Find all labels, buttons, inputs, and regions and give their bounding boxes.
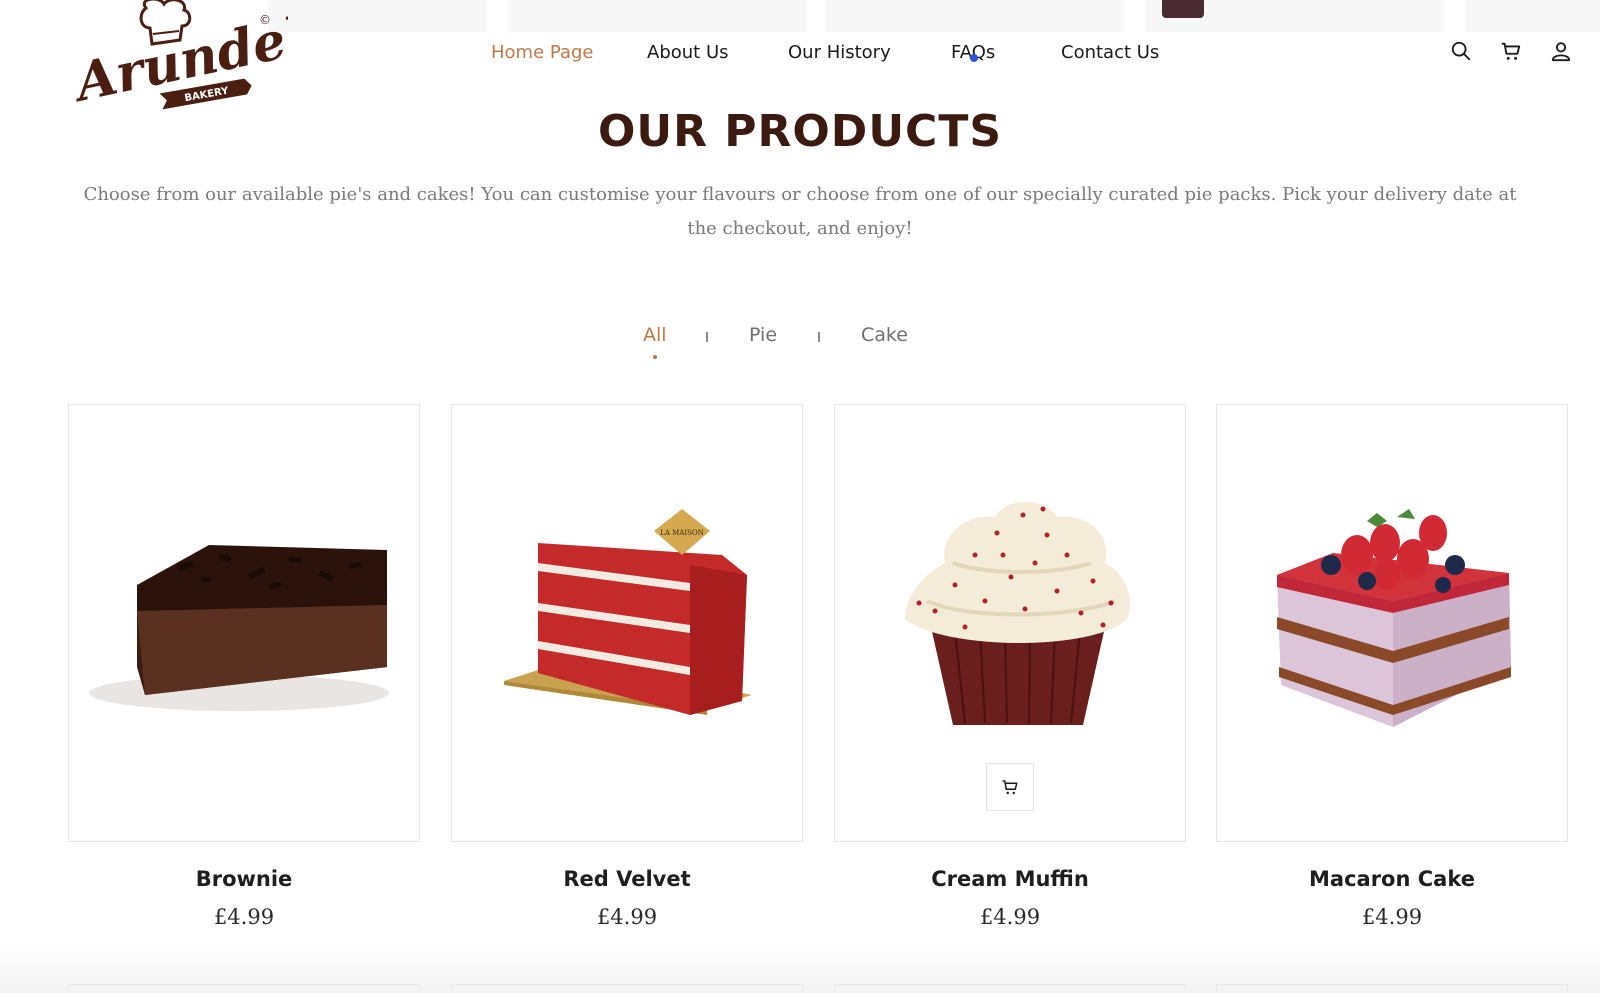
product-filter-tabs: All Pie Cake	[0, 324, 1600, 364]
product-price: £4.99	[979, 905, 1041, 929]
product-price: £4.99	[1361, 905, 1423, 929]
red-velvet-cake-slice-image: LA MAISON	[504, 509, 752, 715]
filter-tab-cake[interactable]: Cake	[861, 324, 908, 346]
next-row-card-peek	[451, 984, 803, 993]
svg-text:©: ©	[259, 13, 271, 27]
berry-layer-cake-image	[1277, 509, 1511, 727]
strip-thumbnail	[1162, 0, 1204, 18]
filter-separator	[706, 332, 708, 342]
product-card-red-velvet[interactable]: LA MAISON Red Velvet £4.99	[451, 404, 803, 929]
strip-card	[826, 0, 1124, 32]
nav-item-history[interactable]: Our History	[788, 42, 891, 63]
page-subtitle: Choose from our available pie's and cake…	[83, 184, 1517, 239]
page-title: OUR PRODUCTS	[597, 106, 1003, 157]
product-card-cream-muffin[interactable]: Cream Muffin £4.99	[834, 404, 1186, 929]
filter-tab-all[interactable]: All	[643, 324, 667, 346]
user-icon[interactable]	[1550, 40, 1572, 62]
active-filter-dot	[653, 355, 657, 359]
main-nav: Home Page About Us Our History FAQs Cont…	[0, 38, 1600, 70]
strip-card	[508, 0, 806, 32]
search-icon[interactable]	[1450, 40, 1472, 62]
product-name[interactable]: Brownie	[68, 867, 420, 891]
cart-icon[interactable]	[1500, 40, 1522, 62]
cursor-indicator	[970, 54, 978, 62]
next-row-card-peek	[68, 984, 420, 993]
product-card-brownie[interactable]: Brownie £4.99	[68, 404, 420, 929]
add-to-cart-button[interactable]	[986, 763, 1034, 811]
product-name[interactable]: Cream Muffin	[834, 867, 1186, 891]
cart-icon	[1002, 780, 1018, 795]
svg-text:LA MAISON: LA MAISON	[660, 529, 704, 537]
next-row-card-peek	[1216, 984, 1568, 993]
filter-separator	[818, 332, 820, 342]
product-price: £4.99	[213, 905, 275, 929]
product-price: £4.99	[596, 905, 658, 929]
nav-item-about[interactable]: About Us	[647, 42, 729, 63]
nav-item-home[interactable]: Home Page	[491, 42, 593, 63]
product-name[interactable]: Red Velvet	[451, 867, 803, 891]
strip-card	[1466, 0, 1600, 32]
brownie-image	[89, 545, 389, 711]
product-name[interactable]: Macaron Cake	[1216, 867, 1568, 891]
nav-item-contact[interactable]: Contact Us	[1061, 42, 1159, 63]
la-maison-badge: LA MAISON	[654, 509, 710, 555]
header-actions	[1450, 40, 1572, 62]
strip-card	[268, 0, 486, 32]
next-row-card-peek	[834, 984, 1186, 993]
product-card-macaron-cake[interactable]: Macaron Cake £4.99	[1216, 404, 1568, 929]
filter-tab-pie[interactable]: Pie	[749, 324, 777, 346]
